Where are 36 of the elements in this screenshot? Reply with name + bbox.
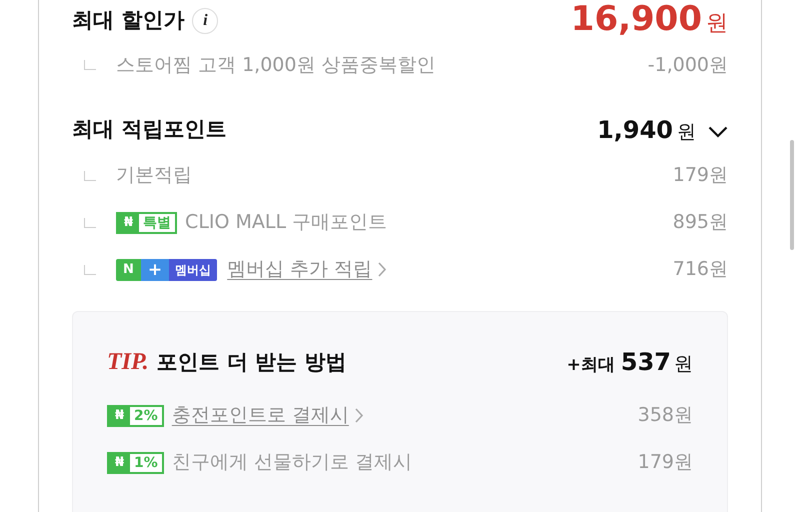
- max-label: +최대: [566, 354, 615, 377]
- price: 16,900: [570, 2, 702, 36]
- chevron-down-icon[interactable]: [708, 126, 728, 138]
- section-title: 최대 적립포인트: [72, 116, 226, 144]
- membership-badge: N + 멤버십: [116, 258, 218, 280]
- points-total: 1,940: [597, 115, 673, 146]
- tip-item-amount: 358원: [638, 403, 693, 428]
- section-title: 최대 할인가: [72, 7, 184, 34]
- discount-label: 스토어찜 고객 1,000원 상품중복할인: [116, 52, 436, 78]
- tip-link[interactable]: 충전포인트로 결제시: [172, 401, 349, 430]
- points-amount: 716원: [672, 257, 728, 282]
- tip-label-text: 친구에게 선물하기로 결제시: [172, 450, 412, 476]
- points-amount: 895원: [672, 210, 728, 236]
- currency-unit: 원: [706, 10, 728, 38]
- chevron-right-icon: [378, 262, 388, 277]
- points-link[interactable]: 멤버십 추가 적립: [227, 255, 372, 284]
- corner-icon: [84, 60, 96, 70]
- currency-unit: 원: [677, 120, 696, 145]
- points-label: CLIO MALL 구매포인트: [185, 210, 388, 236]
- point-badge: ₦ 특별: [116, 212, 178, 234]
- scrollbar[interactable]: [790, 140, 794, 250]
- corner-icon: [84, 264, 96, 274]
- tip-title: 포인트 더 받는 방법: [156, 349, 347, 376]
- currency-unit: 원: [674, 352, 693, 377]
- rate-badge: ₦ 2%: [107, 404, 164, 426]
- rate-badge: ₦ 1%: [107, 452, 164, 474]
- corner-icon: [84, 218, 96, 228]
- corner-icon: [84, 170, 96, 180]
- chevron-right-icon: [354, 408, 364, 423]
- tip-amount: 537: [620, 347, 671, 378]
- info-icon[interactable]: i: [192, 8, 218, 34]
- tip-label: TIP.: [107, 348, 149, 377]
- points-label: 기본적립: [116, 163, 192, 188]
- points-amount: 179원: [672, 163, 728, 188]
- discount-amount: -1,000원: [648, 52, 728, 78]
- tip-item-amount: 179원: [638, 450, 693, 476]
